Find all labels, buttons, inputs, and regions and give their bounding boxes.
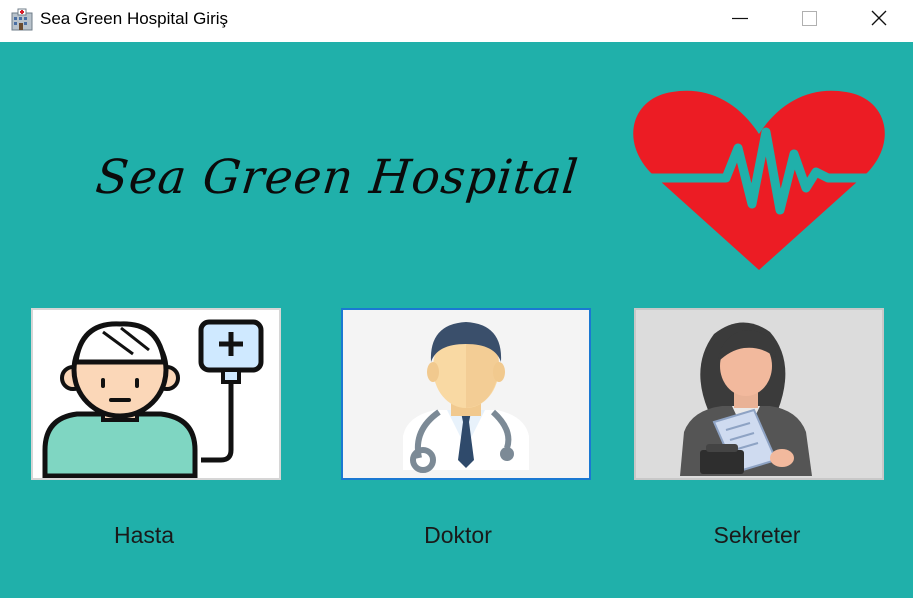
patient-label: Hasta	[113, 522, 175, 548]
minimize-button[interactable]	[717, 0, 763, 40]
close-icon	[871, 10, 887, 26]
hospital-logo-text: Sea Green Hospital	[93, 150, 582, 205]
maximize-button[interactable]	[786, 0, 832, 40]
heartbeat-icon	[628, 86, 890, 272]
doctor-label: Doktor	[424, 522, 492, 548]
close-button[interactable]	[856, 0, 902, 40]
title-bar: Sea Green Hospital Giriş	[0, 0, 913, 42]
hospital-app-icon	[10, 8, 34, 32]
doctor-button[interactable]	[341, 308, 591, 480]
doctor-icon	[403, 322, 529, 473]
patient-button[interactable]	[31, 308, 281, 480]
secretary-label: Sekreter	[713, 522, 801, 548]
secretary-icon	[680, 322, 812, 476]
minimize-icon	[732, 17, 748, 20]
patient-icon	[42, 319, 264, 478]
maximize-icon	[802, 11, 817, 26]
secretary-button[interactable]	[634, 308, 884, 480]
main-content: Sea Green Hospital Hasta Doktor Sekreter	[0, 42, 913, 598]
window-title: Sea Green Hospital Giriş	[40, 9, 229, 28]
